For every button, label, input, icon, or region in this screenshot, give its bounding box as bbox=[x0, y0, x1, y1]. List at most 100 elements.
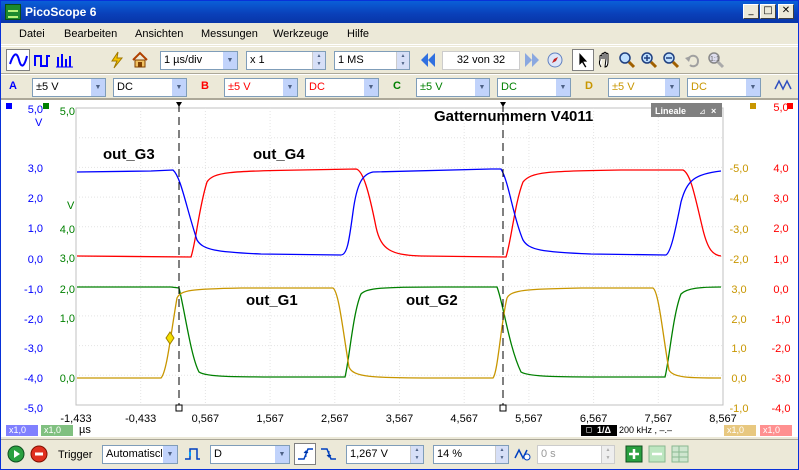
buffer-separator: von bbox=[472, 54, 490, 66]
buffer-index-field[interactable]: 32 von 32 bbox=[442, 51, 520, 70]
axis-b-tick-label: -3,0 bbox=[772, 373, 791, 385]
spectrum-mode-button[interactable] bbox=[53, 49, 75, 71]
add-measurement-button[interactable] bbox=[623, 443, 645, 465]
rulers-panel[interactable]: Lineale ⊿ × bbox=[651, 103, 722, 117]
time-tick-label: 7,567 bbox=[645, 413, 673, 425]
undo-icon bbox=[685, 54, 700, 68]
zoom-full-icon: 1:1 bbox=[708, 52, 725, 69]
menu-werkzeuge[interactable]: Werkzeuge bbox=[273, 28, 328, 40]
axis-b-tick-label: 5,0 bbox=[773, 102, 788, 114]
zoom-full-button[interactable]: 1:1 bbox=[704, 49, 728, 71]
channel-c-range-select[interactable]: ±5 V ▼ bbox=[416, 78, 490, 97]
hand-tool-button[interactable] bbox=[594, 49, 616, 71]
trigger-source-select[interactable]: D ▼ bbox=[210, 445, 290, 464]
scope-mode-button[interactable] bbox=[6, 49, 30, 71]
double-left-arrow-icon bbox=[421, 53, 435, 67]
trigger-delay-spinner[interactable]: 0 s ▲ ▼ bbox=[537, 445, 615, 464]
remove-measurement-button[interactable] bbox=[646, 443, 668, 465]
channel-b-coupling-select[interactable]: DC ▼ bbox=[305, 78, 379, 97]
menu-messungen[interactable]: Messungen bbox=[201, 28, 258, 40]
pretrigger-value: 14 % bbox=[437, 448, 463, 460]
svg-text:1:1: 1:1 bbox=[710, 56, 720, 63]
trigger-mode-value: Automatisch bbox=[106, 448, 167, 460]
axis-a-tick-label: 1,0 bbox=[28, 223, 43, 235]
auto-setup-button[interactable] bbox=[106, 49, 128, 71]
zoom-in-button[interactable] bbox=[638, 49, 660, 71]
post-trigger-delay-button[interactable] bbox=[511, 443, 533, 465]
trigger-level-spinner[interactable]: 1,267 V ▲ ▼ bbox=[346, 445, 424, 464]
select-tool-button[interactable] bbox=[572, 49, 594, 71]
menu-ansichten[interactable]: Ansichten bbox=[135, 28, 183, 40]
ruler-2-top-handle[interactable] bbox=[500, 102, 506, 107]
zoom-out-button[interactable] bbox=[660, 49, 682, 71]
undo-zoom-button[interactable] bbox=[682, 49, 704, 71]
spectrum-mode-icon bbox=[56, 54, 73, 68]
menu-hilfe[interactable]: Hilfe bbox=[347, 28, 369, 40]
channel-b-scale-badge[interactable]: x1,0 bbox=[760, 425, 792, 436]
pin-icon[interactable]: ⊿ bbox=[699, 107, 706, 116]
channel-a-range: ±5 V bbox=[36, 81, 59, 93]
menu-datei[interactable]: Datei bbox=[19, 28, 45, 40]
axis-d-tick-label: -5,0 bbox=[730, 163, 749, 175]
zoom-area-button[interactable] bbox=[616, 49, 638, 71]
menu-bearbeiten[interactable]: Bearbeiten bbox=[64, 28, 117, 40]
buffer-previous-button[interactable] bbox=[417, 49, 439, 71]
channel-b-range-select[interactable]: ±5 V ▼ bbox=[224, 78, 298, 97]
spin-arrows-icon: ▲ ▼ bbox=[410, 446, 423, 463]
channel-a-scale-badge[interactable]: x1,0 bbox=[6, 425, 38, 436]
label-out-g1: out_G1 bbox=[246, 292, 298, 309]
axis-d-tick-label: -3,0 bbox=[730, 224, 749, 236]
edit-measurement-button[interactable] bbox=[669, 443, 691, 465]
ruler-2-bottom-handle[interactable] bbox=[499, 404, 507, 412]
scope-view[interactable]: 5,0 3,0 2,0 1,0 0,0 -1,0 -2,0 -3,0 -4,0 -5,0 5,0 4… bbox=[1, 99, 798, 437]
axis-a-tick-label: 5,0 bbox=[28, 104, 43, 116]
falling-edge-button[interactable] bbox=[317, 443, 339, 465]
navigator-button[interactable] bbox=[544, 49, 566, 71]
channel-d-range: ±5 V bbox=[612, 81, 635, 93]
lightning-icon bbox=[111, 51, 124, 69]
samples-spinner[interactable]: 1 MS ▲ ▼ bbox=[334, 51, 410, 70]
stop-button[interactable] bbox=[28, 443, 50, 465]
window-title: PicoScope 6 bbox=[25, 5, 97, 19]
graph-status-row: x1,0 x1,0 µs ◻ 1/Δ 200 kHz , –.– x1,0 x1… bbox=[1, 424, 798, 437]
trigger-edge-icon bbox=[185, 448, 200, 460]
title-bar: PicoScope 6 _ □ ✕ bbox=[1, 1, 798, 23]
buffer-next-button[interactable] bbox=[521, 49, 543, 71]
double-right-arrow-icon bbox=[525, 53, 539, 67]
channel-d-range-select[interactable]: ±5 V ▼ bbox=[608, 78, 680, 97]
timebase-select[interactable]: 1 µs/div ▼ bbox=[160, 51, 238, 70]
channel-a-coupling-select[interactable]: DC ▼ bbox=[113, 78, 187, 97]
channel-b-range: ±5 V bbox=[228, 81, 251, 93]
rising-edge-button[interactable] bbox=[294, 443, 316, 465]
channel-a-marker bbox=[6, 103, 12, 109]
channel-d-coupling-select[interactable]: DC ▼ bbox=[687, 78, 761, 97]
trigger-type-button[interactable] bbox=[181, 443, 203, 465]
axis-b-tick-label: 1,0 bbox=[773, 254, 788, 266]
run-button[interactable] bbox=[5, 443, 27, 465]
axis-d-tick-label: -2,0 bbox=[730, 254, 749, 266]
time-axis-ticks: -1,433 -0,433 0,567 1,567 2,567 3,567 4,567 5,5… bbox=[60, 413, 736, 425]
chevron-down-icon: ▼ bbox=[363, 79, 378, 96]
trigger-mode-select[interactable]: Automatisch ▼ bbox=[102, 445, 178, 464]
channel-c-scale-badge[interactable]: x1,0 bbox=[41, 425, 73, 436]
zoom-spinner[interactable]: x 1 ▲ ▼ bbox=[246, 51, 326, 70]
persistence-mode-button[interactable] bbox=[31, 49, 53, 71]
channel-options-button[interactable] bbox=[772, 76, 794, 97]
trigger-marker[interactable] bbox=[165, 331, 175, 345]
channel-a-range-select[interactable]: ±5 V ▼ bbox=[32, 78, 106, 97]
ruler-1-bottom-handle[interactable] bbox=[175, 404, 183, 412]
channel-c-coupling-select[interactable]: DC ▼ bbox=[497, 78, 571, 97]
axis-c-tick-label: 4,0 bbox=[60, 224, 75, 236]
chevron-down-icon: ▼ bbox=[474, 79, 489, 96]
label-out-g3: out_G3 bbox=[103, 146, 155, 163]
default-setup-button[interactable] bbox=[129, 49, 151, 71]
maximize-button[interactable]: □ bbox=[760, 4, 776, 19]
close-button[interactable]: ✕ bbox=[778, 4, 794, 19]
channel-d-scale-badge[interactable]: x1,0 bbox=[724, 425, 756, 436]
chevron-down-icon: ▼ bbox=[274, 446, 289, 463]
minimize-button[interactable]: _ bbox=[743, 4, 759, 19]
ruler-1-top-handle[interactable] bbox=[176, 102, 182, 107]
pretrigger-spinner[interactable]: 14 % ▲ ▼ bbox=[433, 445, 509, 464]
close-icon[interactable]: × bbox=[711, 106, 716, 116]
channel-c-range: ±5 V bbox=[420, 81, 443, 93]
